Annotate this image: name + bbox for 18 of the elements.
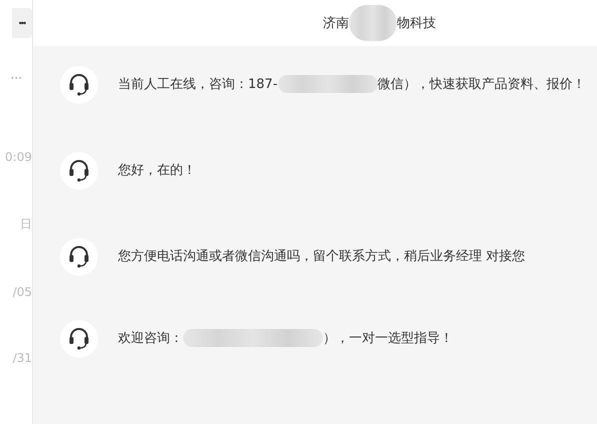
message-text: 当前人工在线，咨询：187- bbox=[118, 77, 278, 92]
message-text: 您好，在的！ bbox=[118, 163, 196, 178]
headset-icon bbox=[69, 74, 89, 96]
message-text: ），一对一选型指导！ bbox=[323, 331, 453, 346]
headset-icon bbox=[69, 328, 89, 350]
headset-icon bbox=[69, 246, 89, 268]
time-text: /05 bbox=[12, 285, 32, 299]
time-text: /31 bbox=[12, 351, 32, 365]
message-text: 欢迎咨询： bbox=[118, 331, 183, 346]
message-text: 您方便电话沟通或者微信沟通吗，留个联系方式，稍后业务经理 对接您 bbox=[118, 249, 526, 264]
menu-button[interactable]: ••• bbox=[12, 8, 32, 38]
chat-title: 济南 bbox=[323, 15, 349, 32]
message-text: 微信），快速获取产品资料、报价！ bbox=[378, 77, 586, 92]
time-text: 0:09 bbox=[5, 150, 32, 164]
chat-title: 物科技 bbox=[397, 15, 436, 32]
headset-icon bbox=[69, 160, 89, 182]
time-text: 日 bbox=[20, 216, 32, 233]
redaction-blur bbox=[349, 5, 397, 41]
